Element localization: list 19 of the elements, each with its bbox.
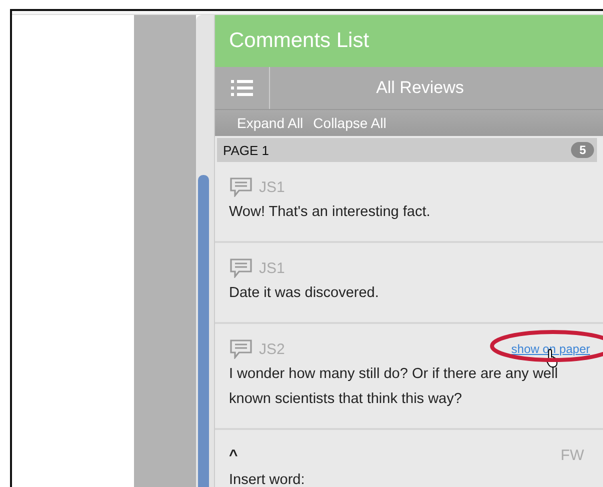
comment-author: FW xyxy=(560,446,584,464)
comment-author: JS2 xyxy=(259,340,285,358)
comment-count: 5 xyxy=(571,142,594,158)
page-label: PAGE 1 xyxy=(223,142,270,158)
comment-text: Insert word: xyxy=(229,471,306,487)
comment-text: Date it was discovered. xyxy=(229,284,380,303)
scroll-bar[interactable] xyxy=(196,15,215,487)
speech-bubble-icon xyxy=(229,177,253,197)
comment-author: JS1 xyxy=(259,178,285,196)
speech-bubble-icon xyxy=(229,258,253,278)
comment-author: JS1 xyxy=(259,260,285,276)
list-icon[interactable] xyxy=(231,79,253,97)
speech-bubble-icon xyxy=(229,339,253,359)
panel-title: Comments List xyxy=(215,15,603,67)
comment-text: Wow! That's an interesting fact. xyxy=(229,203,432,222)
comment-text: I wonder how many still do? Or if there are any well known scientists that think this way? xyxy=(229,365,559,409)
insert-marker: ^ xyxy=(229,446,238,464)
action-link[interactable]: Expand All xyxy=(237,115,304,131)
action-link[interactable]: Collapse All xyxy=(313,115,386,131)
